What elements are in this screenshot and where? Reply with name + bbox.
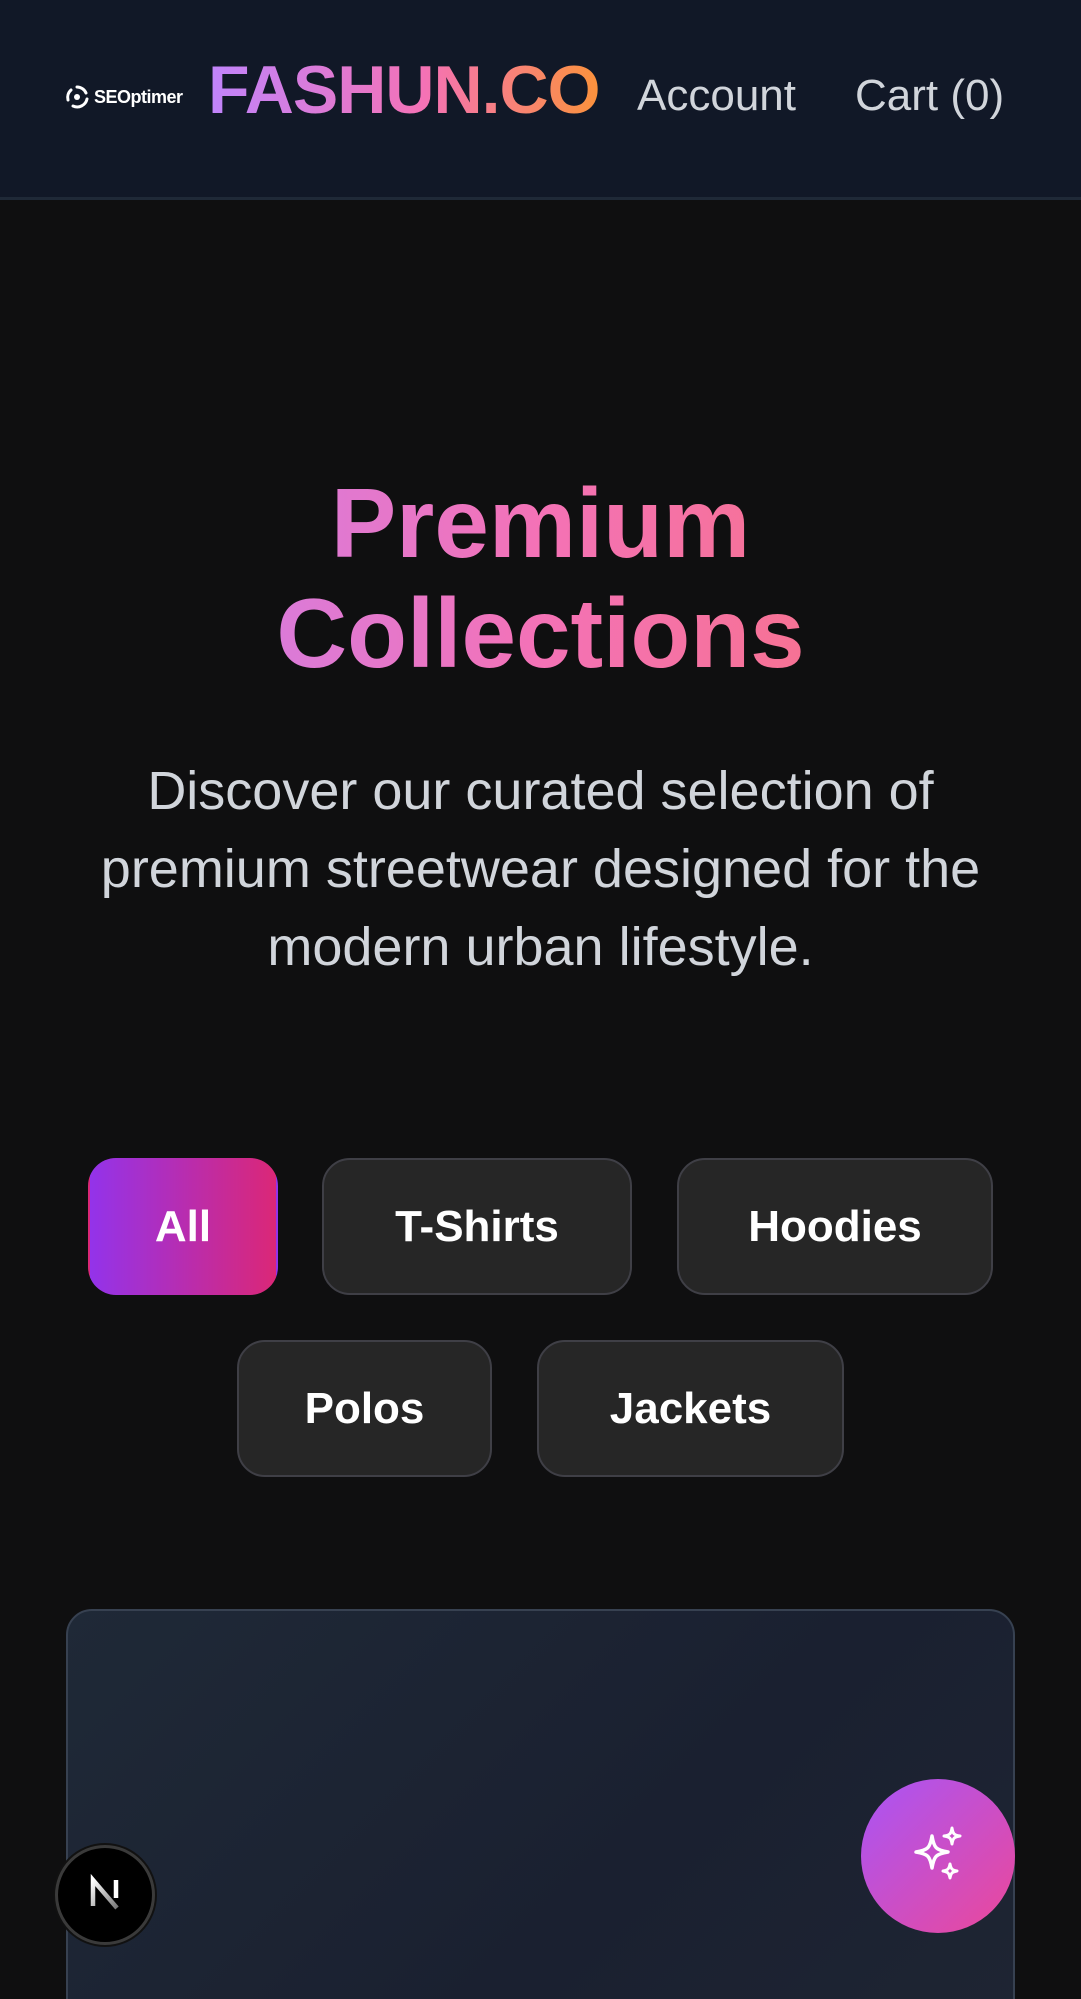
filter-jackets-button[interactable]: Jackets bbox=[537, 1340, 844, 1477]
nav-account-link[interactable]: Account bbox=[637, 74, 796, 118]
nav-cart-link[interactable]: Cart (0) bbox=[855, 74, 1004, 118]
seoptimer-logo[interactable]: SEOptimer bbox=[64, 82, 183, 112]
hero-title-line1: Premium bbox=[330, 468, 751, 578]
sparkles-icon bbox=[906, 1822, 970, 1891]
filter-all-button[interactable]: All bbox=[88, 1158, 278, 1295]
hero-subtitle: Discover our curated selection of premiu… bbox=[100, 761, 981, 977]
filter-tshirts-button[interactable]: T-Shirts bbox=[322, 1158, 632, 1295]
nextjs-logo-icon bbox=[84, 1872, 126, 1919]
brand-logo[interactable]: FASHUN.CO bbox=[208, 56, 600, 124]
ai-assistant-button[interactable] bbox=[861, 1779, 1015, 1933]
filter-polos-button[interactable]: Polos bbox=[237, 1340, 492, 1477]
nextjs-devtools-button[interactable] bbox=[55, 1845, 155, 1945]
hero-title: Premium Collections bbox=[0, 468, 1081, 688]
page: SEOptimer FASHUN.CO Account Cart (0) Pre… bbox=[0, 0, 1081, 1999]
seoptimer-logo-icon bbox=[64, 84, 90, 110]
site-header: SEOptimer FASHUN.CO Account Cart (0) bbox=[0, 0, 1081, 200]
hero-title-line2: Collections bbox=[276, 578, 805, 688]
product-card[interactable] bbox=[66, 1609, 1015, 1999]
seoptimer-logo-text: SEOptimer bbox=[94, 86, 183, 107]
filter-hoodies-button[interactable]: Hoodies bbox=[677, 1158, 993, 1295]
